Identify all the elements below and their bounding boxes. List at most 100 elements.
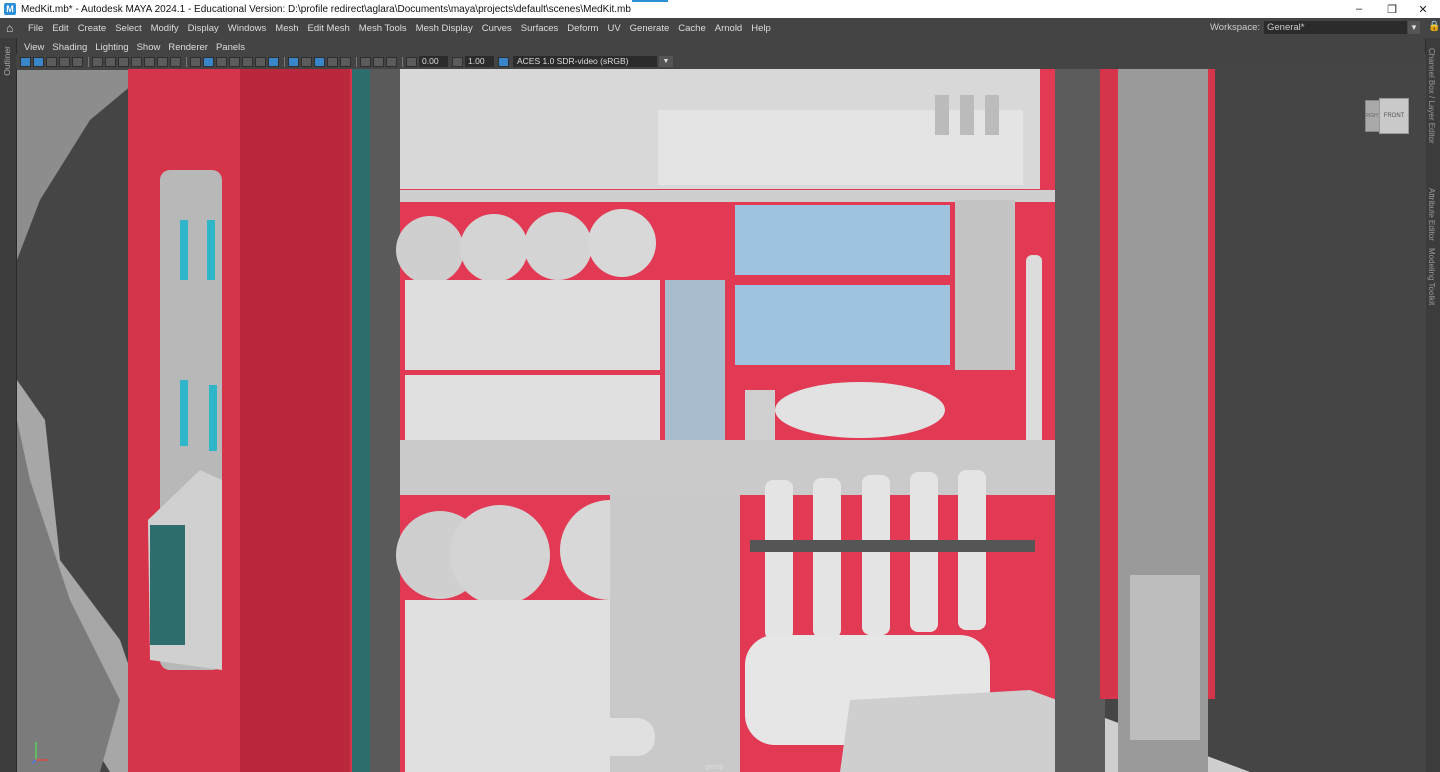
gamma-field[interactable]: 1.00: [465, 56, 494, 67]
indicator-light: [180, 220, 188, 280]
safe-title-icon[interactable]: [170, 56, 181, 67]
xray-icon[interactable]: [340, 56, 351, 67]
chevron-down-icon[interactable]: ▼: [659, 56, 673, 67]
taskbar-highlight: [632, 0, 668, 2]
workspace-dropdown[interactable]: General*: [1264, 21, 1407, 34]
menu-mesh-display[interactable]: Mesh Display: [416, 23, 473, 34]
menu-display[interactable]: Display: [188, 23, 219, 34]
menu-modify[interactable]: Modify: [151, 23, 179, 34]
wireframe-icon[interactable]: [190, 56, 201, 67]
panel-menu-lighting[interactable]: Lighting: [95, 42, 128, 53]
hud-icon[interactable]: [386, 56, 397, 67]
depth-of-field-icon[interactable]: [314, 56, 325, 67]
panel-toolbar: 0.00 1.00 ACES 1.0 SDR-video (sRGB) ▼: [16, 54, 1426, 69]
menu-edit[interactable]: Edit: [52, 23, 68, 34]
indicator-light: [209, 385, 217, 451]
view-cube-front[interactable]: FRONT: [1379, 98, 1409, 134]
toolbar-divider: [284, 56, 285, 67]
bandage-roll: [450, 505, 550, 605]
field-chart-icon[interactable]: [144, 56, 155, 67]
menu-arnold[interactable]: Arnold: [715, 23, 742, 34]
inner-frame-right: [1055, 69, 1105, 772]
ambient-occlusion-icon[interactable]: [268, 56, 279, 67]
home-icon[interactable]: ⌂: [6, 21, 20, 35]
textured-icon[interactable]: [229, 56, 240, 67]
panel-menu-panels[interactable]: Panels: [216, 42, 245, 53]
xray-joints-icon[interactable]: [360, 56, 371, 67]
menu-mesh-tools[interactable]: Mesh Tools: [359, 23, 407, 34]
lock-icon[interactable]: 🔒: [1428, 21, 1440, 34]
bandage-roll: [460, 214, 528, 282]
vial: [862, 475, 890, 635]
isolate-select-icon[interactable]: [327, 56, 338, 67]
bookmark-icon[interactable]: [59, 56, 70, 67]
lock-camera-icon[interactable]: [33, 56, 44, 67]
gamma-icon[interactable]: [452, 56, 463, 67]
axis-gizmo-icon: [31, 742, 48, 764]
menu-select[interactable]: Select: [115, 23, 141, 34]
default-material-icon[interactable]: [216, 56, 227, 67]
storage-box: [405, 280, 660, 370]
attribute-editor-tab[interactable]: Attribute Editor: [1427, 188, 1436, 241]
exposure-field[interactable]: 0.00: [419, 56, 448, 67]
close-button[interactable]: ✕: [1408, 0, 1438, 18]
menu-cache[interactable]: Cache: [678, 23, 705, 34]
menu-edit-mesh[interactable]: Edit Mesh: [308, 23, 350, 34]
panel-menu-view[interactable]: View: [24, 42, 44, 53]
colorspace-dropdown[interactable]: ACES 1.0 SDR-video (sRGB): [513, 56, 657, 67]
toolbar-divider: [402, 56, 403, 67]
toolbar-divider: [356, 56, 357, 67]
select-camera-icon[interactable]: [20, 56, 31, 67]
3d-viewport[interactable]: [17, 69, 1426, 772]
grid-icon[interactable]: [92, 56, 103, 67]
menu-uv[interactable]: UV: [607, 23, 620, 34]
panel-menu-shading[interactable]: Shading: [52, 42, 87, 53]
exposure-icon[interactable]: [406, 56, 417, 67]
minimize-button[interactable]: –: [1344, 0, 1374, 18]
safe-action-icon[interactable]: [157, 56, 168, 67]
menu-help[interactable]: Help: [751, 23, 771, 34]
panel-menu-renderer[interactable]: Renderer: [168, 42, 208, 53]
menu-create[interactable]: Create: [78, 23, 107, 34]
pill-pack: [775, 382, 945, 438]
film-gate-icon[interactable]: [105, 56, 116, 67]
image-plane-icon[interactable]: [72, 56, 83, 67]
top-clip: [960, 95, 974, 135]
panel-menu-show[interactable]: Show: [137, 42, 161, 53]
outliner-strip[interactable]: Outliner: [0, 38, 17, 772]
smooth-shade-icon[interactable]: [203, 56, 214, 67]
color-management-icon[interactable]: [498, 56, 509, 67]
right-latch-plate: [1130, 575, 1200, 740]
channel-box-tab[interactable]: Channel Box / Layer Editor: [1427, 48, 1436, 144]
lights-icon[interactable]: [242, 56, 253, 67]
camera-attributes-icon[interactable]: [46, 56, 57, 67]
menu-windows[interactable]: Windows: [228, 23, 267, 34]
view-cube[interactable]: RIGHT FRONT: [1365, 96, 1409, 134]
maya-app-icon: M: [4, 3, 16, 15]
restore-button[interactable]: ❐: [1377, 0, 1407, 18]
workspace-selector: Workspace: General* ▼: [1210, 21, 1420, 34]
backface-icon[interactable]: [373, 56, 384, 67]
menu-deform[interactable]: Deform: [567, 23, 598, 34]
menu-surfaces[interactable]: Surfaces: [521, 23, 559, 34]
menu-mesh[interactable]: Mesh: [275, 23, 298, 34]
modeling-toolkit-tab[interactable]: Modeling Toolkit: [1427, 248, 1436, 305]
glass-drawer: [735, 285, 950, 365]
lower-tube: [420, 718, 655, 756]
motion-blur-icon[interactable]: [288, 56, 299, 67]
bandage-roll: [524, 212, 592, 280]
anti-aliasing-icon[interactable]: [301, 56, 312, 67]
right-dock-strip: Channel Box / Layer Editor Attribute Edi…: [1425, 38, 1440, 772]
gate-mask-icon[interactable]: [131, 56, 142, 67]
outliner-tab[interactable]: Outliner: [2, 46, 12, 76]
vial: [813, 478, 841, 638]
shadows-icon[interactable]: [255, 56, 266, 67]
menu-file[interactable]: File: [28, 23, 43, 34]
menu-curves[interactable]: Curves: [482, 23, 512, 34]
tape-roll: [745, 390, 775, 440]
top-clip: [935, 95, 949, 135]
menu-generate[interactable]: Generate: [630, 23, 670, 34]
vial: [765, 480, 793, 640]
resolution-gate-icon[interactable]: [118, 56, 129, 67]
chevron-down-icon[interactable]: ▼: [1408, 21, 1420, 34]
